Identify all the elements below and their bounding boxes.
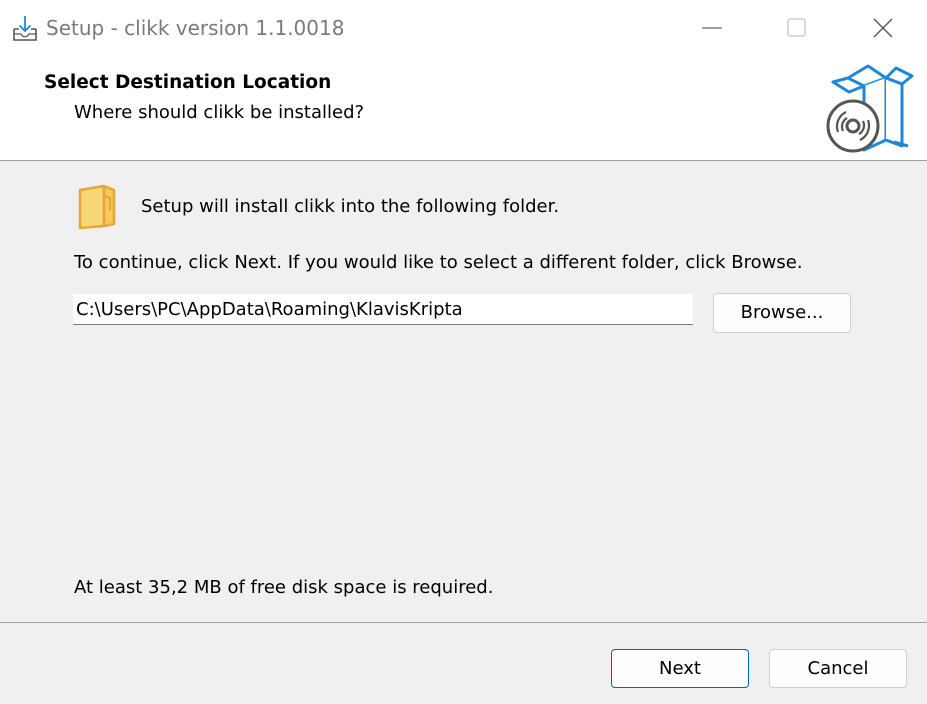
download-tray-icon	[13, 16, 37, 41]
window-title: Setup - clikk version 1.1.0018	[46, 16, 345, 40]
install-info-text: Setup will install clikk into the follow…	[141, 196, 560, 217]
folder-icon	[78, 184, 116, 230]
page-subtitle: Where should clikk be installed?	[74, 102, 365, 123]
wizard-header: Select Destination Location Where should…	[0, 56, 927, 161]
software-box-disc-icon	[826, 64, 914, 153]
destination-path-input[interactable]	[73, 294, 693, 325]
instructions-text: To continue, click Next. If you would li…	[74, 252, 803, 273]
minimize-button[interactable]	[682, 0, 740, 56]
next-button[interactable]: Next	[611, 649, 749, 688]
close-button[interactable]	[854, 0, 912, 56]
title-bar[interactable]: Setup - clikk version 1.1.0018	[0, 0, 927, 56]
footer-divider	[0, 622, 927, 623]
disk-space-text: At least 35,2 MB of free disk space is r…	[74, 577, 494, 598]
maximize-button[interactable]	[767, 0, 825, 56]
page-title: Select Destination Location	[44, 72, 332, 93]
cancel-button[interactable]: Cancel	[769, 649, 907, 688]
browse-button[interactable]: Browse...	[713, 293, 851, 333]
setup-window: Setup - clikk version 1.1.0018 Select De…	[0, 0, 927, 704]
